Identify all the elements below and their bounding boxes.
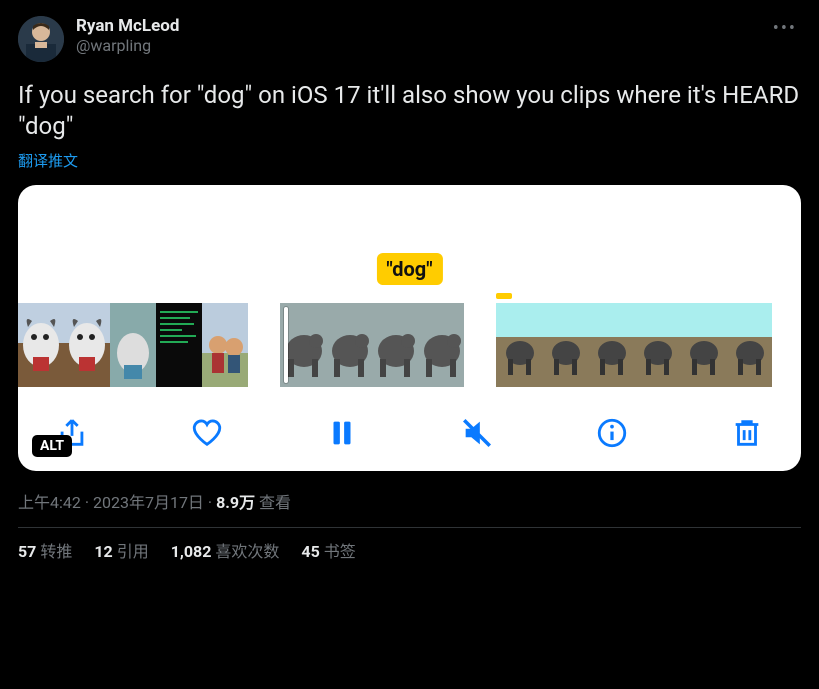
display-name[interactable]: Ryan McLeod xyxy=(76,16,179,36)
more-icon[interactable]: ••• xyxy=(769,16,801,41)
timeline-marker xyxy=(496,293,512,299)
bookmarks-stat[interactable]: 45书签 xyxy=(301,538,355,562)
video-thumb[interactable] xyxy=(110,303,156,387)
video-thumb[interactable] xyxy=(18,303,64,387)
clip-group-1[interactable] xyxy=(18,303,248,387)
quotes-stat[interactable]: 12引用 xyxy=(94,538,148,562)
video-thumb[interactable] xyxy=(372,303,418,387)
views-label: 查看 xyxy=(255,493,291,512)
video-thumb[interactable] xyxy=(202,303,248,387)
info-icon[interactable] xyxy=(592,413,632,453)
search-token-label: "dog" xyxy=(376,253,442,285)
video-thumb[interactable] xyxy=(634,303,680,387)
tweet-text: If you search for "dog" on iOS 17 it'll … xyxy=(18,80,801,142)
pause-icon[interactable] xyxy=(322,413,362,453)
likes-stat[interactable]: 1,082喜欢次数 xyxy=(171,538,280,562)
trash-icon[interactable] xyxy=(727,413,767,453)
avatar[interactable] xyxy=(18,16,64,62)
tweet-container: Ryan McLeod @warpling ••• If you search … xyxy=(0,0,819,574)
video-thumb[interactable] xyxy=(418,303,464,387)
video-thumb[interactable] xyxy=(64,303,110,387)
tweet-header: Ryan McLeod @warpling ••• xyxy=(18,16,801,62)
clip-group-3[interactable] xyxy=(496,303,772,387)
heart-icon[interactable] xyxy=(187,413,227,453)
views-count[interactable]: 8.9万 xyxy=(216,493,255,512)
video-thumb[interactable] xyxy=(680,303,726,387)
video-thumb[interactable] xyxy=(496,303,542,387)
tweet-time[interactable]: 上午4:42 xyxy=(18,493,81,512)
video-thumb[interactable] xyxy=(726,303,772,387)
tweet-date[interactable]: 2023年7月17日 xyxy=(93,493,204,512)
alt-badge[interactable]: ALT xyxy=(32,435,72,457)
translate-link[interactable]: 翻译推文 xyxy=(18,150,801,171)
mute-icon[interactable] xyxy=(457,413,497,453)
media-whitespace xyxy=(18,185,801,261)
video-thumb[interactable] xyxy=(588,303,634,387)
video-thumb[interactable] xyxy=(326,303,372,387)
video-thumb[interactable] xyxy=(542,303,588,387)
clip-group-2[interactable] xyxy=(280,303,464,387)
tweet-meta: 上午4:42 · 2023年7月17日 · 8.9万 查看 xyxy=(18,489,801,513)
divider xyxy=(18,527,801,528)
media-controls xyxy=(18,387,801,461)
retweets-stat[interactable]: 57转推 xyxy=(18,538,72,562)
video-filmstrip[interactable] xyxy=(18,303,801,387)
video-thumb[interactable] xyxy=(280,303,326,387)
tweet-stats: 57转推 12引用 1,082喜欢次数 45书签 xyxy=(18,538,801,562)
user-block: Ryan McLeod @warpling xyxy=(76,16,179,56)
media-card[interactable]: "dog" xyxy=(18,185,801,471)
user-handle[interactable]: @warpling xyxy=(76,36,179,55)
video-thumb[interactable] xyxy=(156,303,202,387)
